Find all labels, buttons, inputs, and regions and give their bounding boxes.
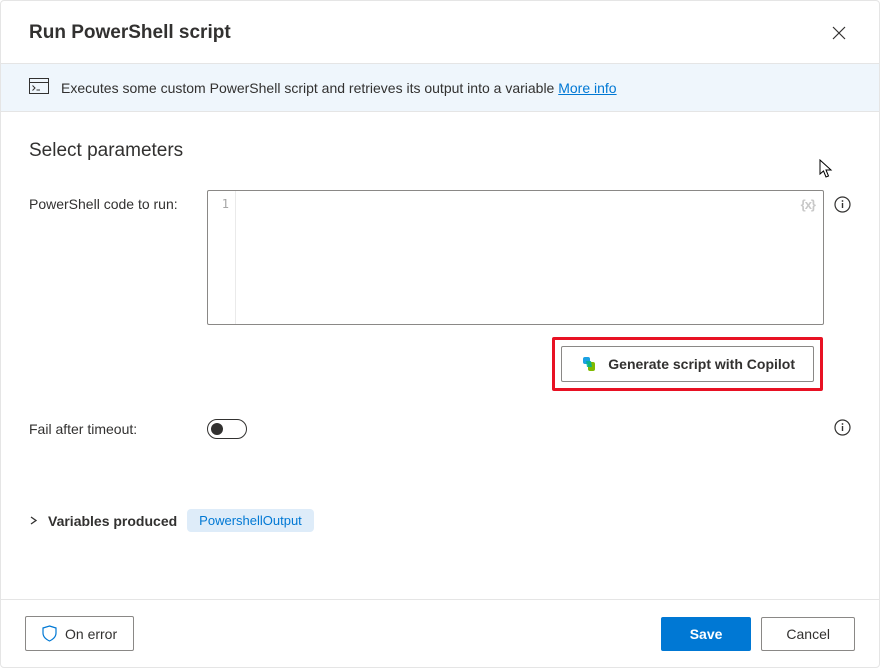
script-icon xyxy=(29,78,49,97)
info-icon[interactable] xyxy=(834,190,851,216)
info-icon[interactable] xyxy=(834,419,851,439)
close-button[interactable] xyxy=(827,21,851,45)
copilot-icon xyxy=(580,355,598,373)
chevron-right-icon[interactable] xyxy=(29,514,38,528)
generate-copilot-button[interactable]: Generate script with Copilot xyxy=(561,346,814,382)
section-title: Select parameters xyxy=(29,140,851,162)
close-icon xyxy=(831,25,847,41)
variables-row: Variables produced PowershellOutput xyxy=(29,509,851,532)
copilot-highlight: Generate script with Copilot xyxy=(552,337,823,391)
shield-icon xyxy=(42,625,57,642)
timeout-toggle[interactable] xyxy=(207,419,247,439)
more-info-link[interactable]: More info xyxy=(558,80,616,96)
variables-label: Variables produced xyxy=(48,513,177,529)
code-editor[interactable]: 1 {x} xyxy=(207,190,824,325)
info-banner: Executes some custom PowerShell script a… xyxy=(1,63,879,112)
variable-chip[interactable]: PowershellOutput xyxy=(187,509,314,532)
variable-icon[interactable]: {x} xyxy=(801,197,815,212)
dialog-footer: On error Save Cancel xyxy=(1,599,879,667)
code-label: PowerShell code to run: xyxy=(29,190,197,212)
timeout-label: Fail after timeout: xyxy=(29,421,207,437)
dialog-title: Run PowerShell script xyxy=(29,22,231,44)
code-gutter: 1 xyxy=(208,191,236,324)
dialog-content: Select parameters PowerShell code to run… xyxy=(1,112,879,532)
copilot-row: Generate script with Copilot xyxy=(29,337,823,391)
banner-text: Executes some custom PowerShell script a… xyxy=(61,80,617,96)
code-row: PowerShell code to run: 1 {x} xyxy=(29,190,851,325)
on-error-button[interactable]: On error xyxy=(25,616,134,651)
cancel-button[interactable]: Cancel xyxy=(761,617,855,651)
toggle-thumb xyxy=(211,423,223,435)
timeout-row: Fail after timeout: xyxy=(29,419,851,439)
on-error-label: On error xyxy=(65,626,117,642)
dialog-header: Run PowerShell script xyxy=(1,1,879,63)
save-button[interactable]: Save xyxy=(661,617,752,651)
copilot-label: Generate script with Copilot xyxy=(608,356,795,372)
